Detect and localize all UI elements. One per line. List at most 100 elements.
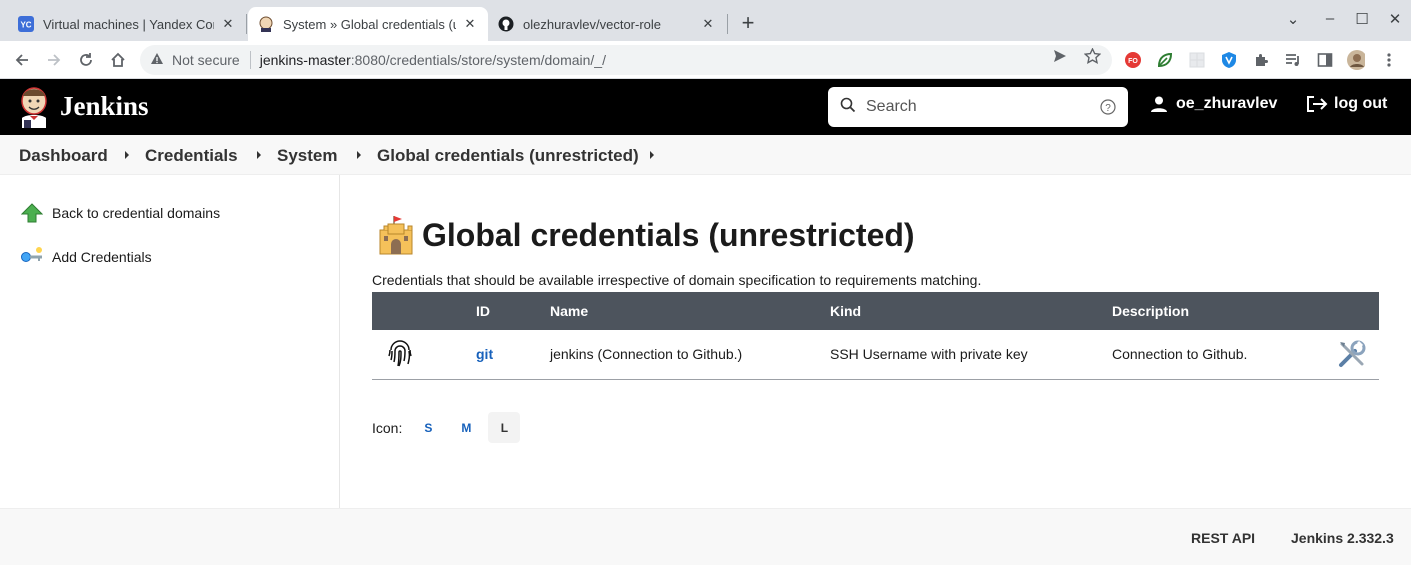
leaf-extension-icon[interactable] xyxy=(1156,51,1174,69)
close-tab-icon[interactable]: ✕ xyxy=(462,16,478,32)
credential-description-cell: Connection to Github. xyxy=(1112,330,1319,380)
close-window-icon[interactable]: ✕ xyxy=(1383,10,1407,28)
avatar-icon[interactable] xyxy=(1347,50,1365,70)
forward-icon[interactable] xyxy=(41,47,67,73)
tab-separator xyxy=(246,14,247,34)
breadcrumb-global-credentials[interactable]: Global credentials (unrestricted) xyxy=(377,146,639,166)
user-menu[interactable]: oe_zhuravlev xyxy=(1150,95,1277,113)
maximize-icon[interactable]: ☐ xyxy=(1350,10,1374,28)
column-header-id[interactable]: ID xyxy=(476,292,550,330)
search-box[interactable]: ? xyxy=(828,87,1128,127)
user-icon xyxy=(1150,95,1168,113)
page-title: Global credentials (unrestricted) xyxy=(376,214,915,256)
task-label: Add Credentials xyxy=(52,249,152,265)
page-description: Credentials that should be available irr… xyxy=(372,272,982,288)
tab-title: olezhuravlev/vector-role xyxy=(523,16,662,32)
github-icon xyxy=(498,16,514,32)
breadcrumb-chevron-icon[interactable] xyxy=(650,151,654,159)
table-header-row: ID Name Kind Description xyxy=(372,292,1379,330)
address-separator xyxy=(249,51,251,69)
breadcrumb-system[interactable]: System xyxy=(277,146,337,166)
close-tab-icon[interactable]: ✕ xyxy=(220,16,236,32)
up-arrow-icon xyxy=(20,201,44,225)
browser-tab-github[interactable]: olezhuravlev/vector-role ✕ xyxy=(488,7,726,41)
close-tab-icon[interactable]: ✕ xyxy=(700,16,716,32)
fo-extension-icon[interactable]: FO xyxy=(1124,51,1142,69)
breadcrumb-chevron-icon[interactable] xyxy=(357,151,361,159)
svg-text:?: ? xyxy=(1105,103,1111,114)
column-header-name[interactable]: Name xyxy=(550,292,830,330)
warning-icon[interactable] xyxy=(150,52,164,68)
credential-type-cell xyxy=(372,330,476,380)
table-row: git jenkins (Connection to Github.) SSH … xyxy=(372,330,1379,380)
jenkins-icon xyxy=(258,16,274,32)
search-icon xyxy=(840,97,856,118)
icon-size-large[interactable]: L xyxy=(488,412,521,443)
jenkins-logo-icon[interactable] xyxy=(18,86,50,133)
page-footer: REST API Jenkins 2.332.3 xyxy=(0,508,1411,565)
browser-tab-jenkins[interactable]: System » Global credentials (u ✕ xyxy=(248,7,488,41)
breadcrumb: Dashboard Credentials System Global cred… xyxy=(0,135,1411,175)
grid-extension-icon[interactable] xyxy=(1188,51,1206,69)
icon-size-selector: Icon: S M L xyxy=(372,412,521,443)
task-back-to-domains[interactable]: Back to credential domains xyxy=(20,201,220,225)
tab-title: System » Global credentials (u xyxy=(283,16,456,32)
logout-icon xyxy=(1306,95,1328,113)
new-tab-button[interactable]: + xyxy=(736,12,760,36)
help-icon[interactable]: ? xyxy=(1100,99,1116,120)
breadcrumb-dashboard[interactable]: Dashboard xyxy=(19,146,108,166)
credential-kind-cell: SSH Username with private key xyxy=(830,330,1112,380)
minimize-icon[interactable]: – xyxy=(1318,10,1342,27)
rest-api-link[interactable]: REST API xyxy=(1191,530,1255,546)
column-header-description[interactable]: Description xyxy=(1112,292,1319,330)
svg-text:FO: FO xyxy=(1128,58,1138,65)
tab-separator xyxy=(727,14,728,34)
configure-tools-icon[interactable] xyxy=(1337,339,1379,369)
home-icon[interactable] xyxy=(105,47,131,73)
browser-toolbar: Not secure jenkins-master:8080/credentia… xyxy=(0,41,1411,79)
browser-tab-yandex[interactable]: YC Virtual machines | Yandex Com ✕ xyxy=(8,7,246,41)
back-icon[interactable] xyxy=(9,47,35,73)
side-panel: Back to credential domains Add Credentia… xyxy=(0,175,340,508)
url-path: :8080/credentials/store/system/domain/_/ xyxy=(350,52,606,68)
castle-icon xyxy=(376,214,416,256)
credentials-table: ID Name Kind Description git jenkins (Co… xyxy=(372,292,1379,380)
icon-size-small[interactable]: S xyxy=(412,412,444,443)
bookmark-star-icon[interactable] xyxy=(1083,47,1102,69)
shield-extension-icon[interactable] xyxy=(1220,51,1238,69)
url-host: jenkins-master xyxy=(259,52,351,68)
address-bar[interactable]: Not secure jenkins-master:8080/credentia… xyxy=(140,45,1112,75)
jenkins-version-link[interactable]: Jenkins 2.332.3 xyxy=(1291,530,1394,546)
puzzle-icon[interactable] xyxy=(1252,51,1270,69)
yc-icon: YC xyxy=(18,16,34,32)
tab-search-icon[interactable]: ⌄ xyxy=(1281,10,1305,28)
column-header-actions xyxy=(1319,292,1379,330)
search-input[interactable] xyxy=(866,98,1086,116)
icon-size-medium[interactable]: M xyxy=(450,412,482,443)
security-label: Not secure xyxy=(172,52,240,68)
task-add-credentials[interactable]: Add Credentials xyxy=(20,245,152,269)
jenkins-title[interactable]: Jenkins xyxy=(60,91,149,122)
credential-id-cell: git xyxy=(476,330,550,380)
credential-actions-cell xyxy=(1319,330,1379,380)
column-header-kind[interactable]: Kind xyxy=(830,292,1112,330)
credential-name-cell: jenkins (Connection to Github.) xyxy=(550,330,830,380)
jenkins-header: Jenkins ? oe_zhuravlev log out xyxy=(0,79,1411,135)
fingerprint-icon xyxy=(387,340,476,368)
breadcrumb-chevron-icon[interactable] xyxy=(125,151,129,159)
breadcrumb-credentials[interactable]: Credentials xyxy=(145,146,238,166)
browser-tab-strip: YC Virtual machines | Yandex Com ✕ Syste… xyxy=(0,0,1411,41)
send-icon[interactable] xyxy=(1052,48,1068,69)
credential-id-link[interactable]: git xyxy=(476,346,493,362)
svg-text:YC: YC xyxy=(20,21,31,30)
page-heading: Global credentials (unrestricted) xyxy=(422,216,915,253)
icon-size-label: Icon: xyxy=(372,419,403,436)
breadcrumb-chevron-icon[interactable] xyxy=(257,151,261,159)
logout-link[interactable]: log out xyxy=(1306,95,1387,113)
reload-icon[interactable] xyxy=(73,47,99,73)
media-icon[interactable] xyxy=(1284,51,1302,69)
sidepanel-icon[interactable] xyxy=(1316,51,1334,69)
logout-label: log out xyxy=(1334,95,1388,112)
tab-title: Virtual machines | Yandex Com xyxy=(43,16,214,32)
browser-menu-icon[interactable] xyxy=(1380,51,1398,69)
